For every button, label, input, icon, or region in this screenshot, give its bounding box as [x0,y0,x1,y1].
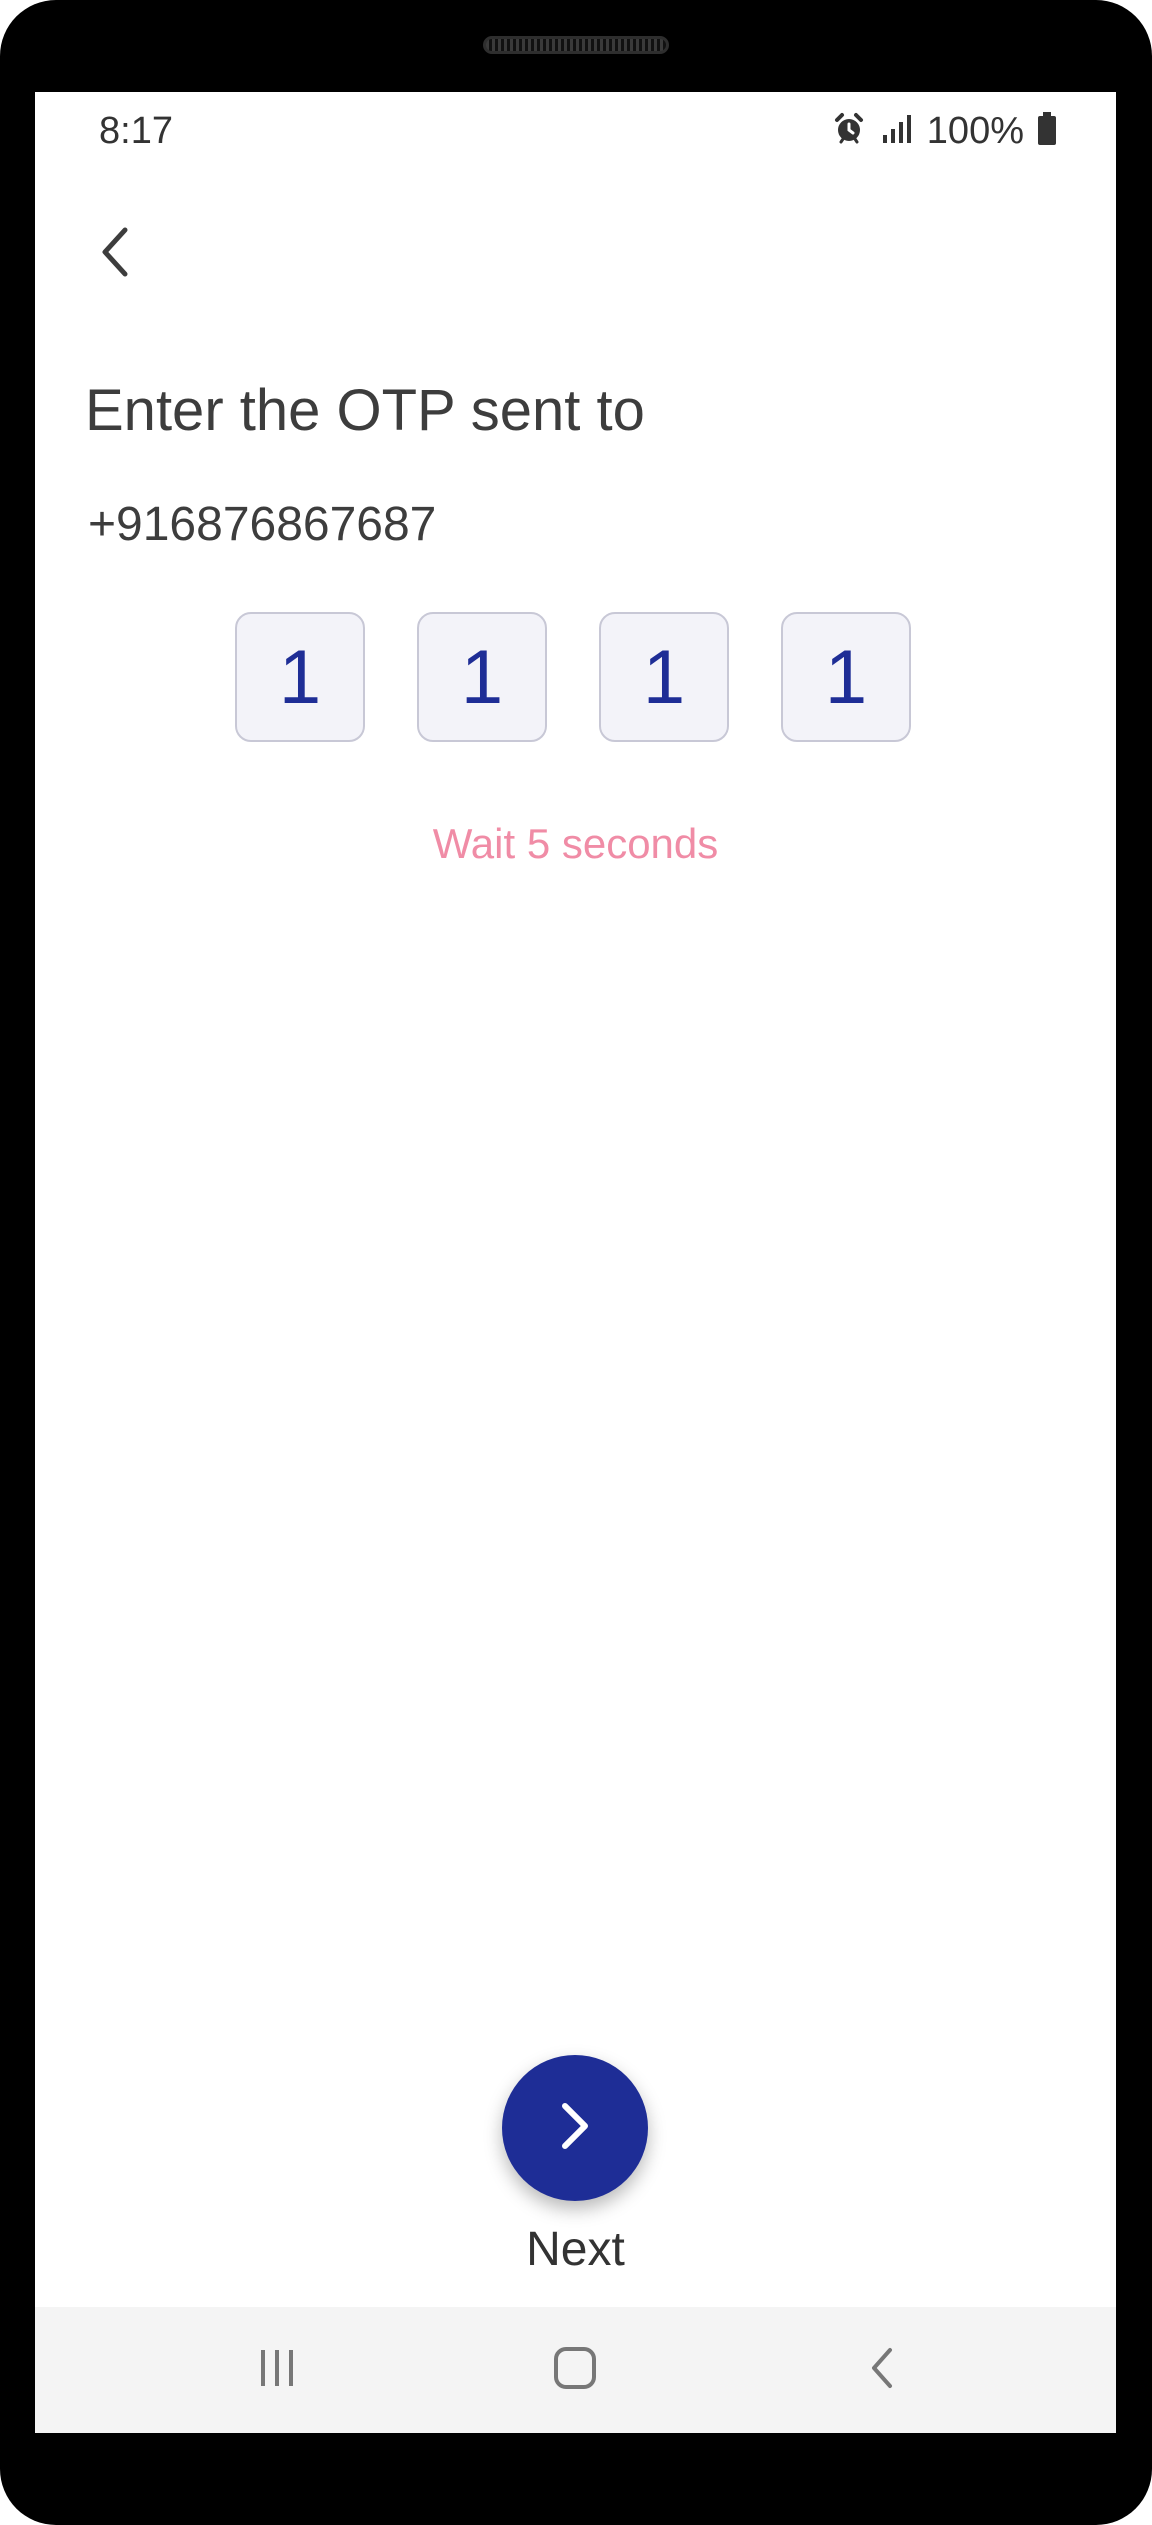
otp-digit-1[interactable]: 1 [235,612,365,742]
device-frame: 8:17 100% Enter the OTP sent to +9168768… [0,0,1152,2525]
resend-timer-text: Wait 5 seconds [432,820,719,867]
chevron-left-icon [95,224,135,285]
screen: 8:17 100% Enter the OTP sent to +9168768… [35,92,1116,2433]
system-back-button[interactable] [782,2307,982,2433]
status-bar: 8:17 100% [35,92,1116,172]
page-title: Enter the OTP sent to [85,378,645,443]
back-icon [864,2344,900,2397]
otp-digit-4[interactable]: 1 [781,612,911,742]
otp-digit-3[interactable]: 1 [599,612,729,742]
phone-number: +916876867687 [88,498,437,551]
earpiece-speaker [483,36,669,54]
recents-button[interactable] [177,2307,377,2433]
status-icons: 100% [831,106,1058,156]
next-label: Next [526,2223,625,2276]
battery-icon [1036,111,1058,152]
otp-digit-2[interactable]: 1 [417,612,547,742]
home-icon [551,2344,599,2397]
battery-percent: 100% [926,109,1024,152]
home-button[interactable] [475,2307,675,2433]
alarm-icon [831,111,867,152]
status-time: 8:17 [99,110,173,152]
chevron-right-icon [550,2096,600,2161]
signal-icon [879,111,915,152]
otp-input-group: 1 1 1 1 [235,612,911,742]
recents-icon [255,2346,299,2395]
system-nav-bar [35,2307,1116,2433]
next-button[interactable] [502,2055,648,2201]
back-button[interactable] [75,214,155,294]
